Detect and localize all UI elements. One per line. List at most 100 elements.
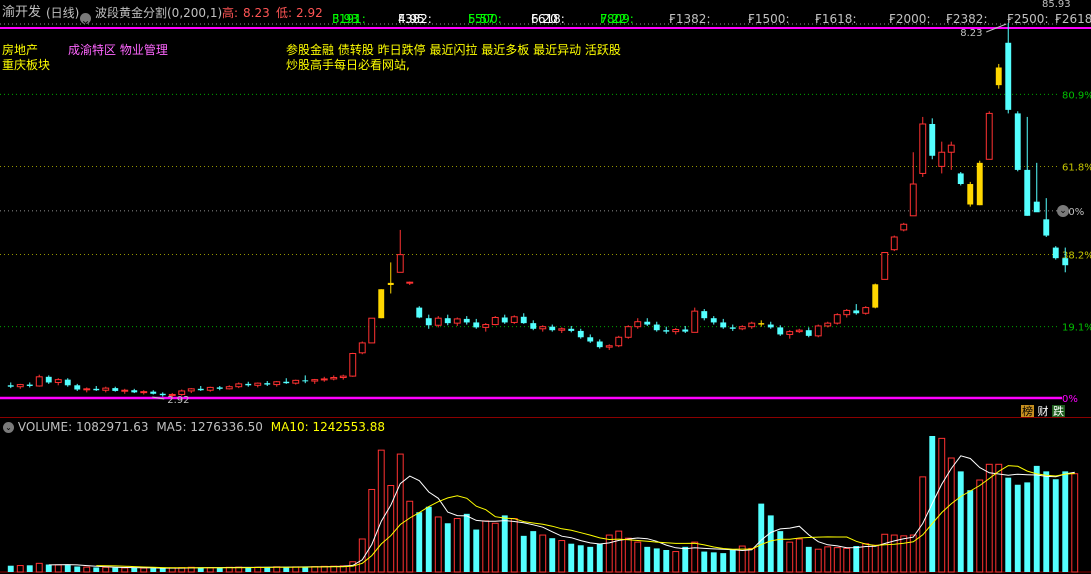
volume-bar — [406, 500, 414, 573]
volume-bar — [672, 551, 680, 573]
volume-bar — [900, 535, 908, 573]
indicator-name[interactable]: 波段黄金分割(0,200,1) — [95, 6, 222, 20]
candle-body — [833, 314, 841, 324]
volume-bar — [1071, 473, 1079, 573]
candle-body — [368, 317, 376, 344]
volume-bar — [358, 538, 366, 573]
volume-bar — [957, 471, 964, 572]
fib-collapse-icon[interactable]: ⌄ — [1057, 205, 1069, 217]
candle-body — [795, 329, 803, 333]
candle-body — [653, 324, 660, 331]
candle-body — [929, 123, 936, 156]
candle-body — [549, 326, 556, 331]
candle-body — [26, 384, 33, 386]
candle-body — [767, 324, 774, 328]
volume-bar — [1062, 471, 1069, 572]
volume-bar — [434, 516, 442, 573]
volume-bar — [1052, 479, 1059, 572]
ma5-value: 1276336.50 — [190, 420, 263, 434]
volume-bar — [748, 547, 756, 573]
period-label[interactable]: (日线) — [46, 6, 79, 20]
candle-body — [187, 388, 195, 392]
candle-body — [311, 379, 319, 382]
volume-bar — [121, 567, 129, 573]
candle-body — [900, 223, 908, 231]
candle-body — [824, 322, 832, 327]
candle-body — [112, 388, 119, 391]
ma10-value: 1242553.88 — [312, 420, 385, 434]
volume-bar — [425, 506, 432, 572]
candle-body — [644, 321, 651, 325]
volume-bar — [862, 543, 870, 573]
candle-body — [805, 330, 812, 336]
candle-body — [1043, 219, 1050, 236]
volume-bar — [501, 515, 508, 572]
candle-body — [872, 284, 879, 308]
volume-bar — [967, 490, 974, 572]
volume-bar — [596, 543, 603, 572]
volume-bar — [349, 561, 357, 573]
volume-bar — [416, 512, 423, 572]
volume-bar — [368, 488, 376, 573]
volume-bar — [1043, 471, 1050, 572]
high-marker-label: 8.23 — [960, 28, 982, 39]
volume-bar — [624, 537, 632, 573]
ma10-label: MA10: — [270, 420, 309, 434]
candle-body — [909, 183, 917, 217]
volume-bar — [682, 546, 689, 572]
volume-bar — [653, 548, 660, 572]
volume-bar — [64, 565, 71, 572]
candle-body — [453, 318, 461, 324]
candle-body — [93, 388, 100, 391]
volume-chart[interactable] — [0, 436, 1091, 574]
volume-bar — [131, 567, 138, 572]
volume-bar — [786, 541, 794, 573]
candle-body — [1062, 258, 1069, 266]
candle-body — [225, 386, 233, 390]
volume-header: ⌄ VOLUME: 1082971.63 MA5: 1276336.50 MA1… — [3, 420, 385, 434]
candle-body — [121, 389, 129, 392]
candle-body — [283, 381, 290, 384]
volume-bar — [482, 520, 490, 573]
volume-bar — [112, 567, 119, 572]
fib-level-label: 61.8% — [1062, 162, 1091, 173]
candle-body — [349, 353, 357, 377]
volume-bar — [377, 449, 385, 573]
candle-body — [273, 381, 281, 386]
volume-bar — [444, 523, 451, 572]
ma5-label: MA5: — [156, 420, 187, 434]
candle-body — [7, 385, 14, 387]
volume-bar — [1005, 477, 1012, 572]
candle-body — [54, 379, 62, 383]
volume-bar — [396, 453, 404, 573]
volume-bar — [767, 515, 774, 572]
volume-menu-icon[interactable]: ⌄ — [3, 422, 14, 433]
volume-bar — [387, 485, 395, 573]
low-label: 低: — [276, 6, 293, 20]
candle-body — [491, 316, 499, 326]
candle-body — [596, 341, 603, 348]
candle-body — [672, 328, 680, 333]
price-chart[interactable]: 80.9%61.8%50%38.2%19.1%0%8.232.92 — [0, 20, 1091, 420]
volume-bar — [814, 548, 822, 573]
volume-bar — [710, 552, 717, 572]
volume-bar — [853, 546, 860, 572]
candle-body — [302, 380, 309, 382]
volume-bar — [824, 546, 832, 573]
volume-bar — [1014, 484, 1021, 572]
candle-body — [1052, 247, 1059, 259]
volume-bar — [691, 541, 699, 573]
volume-bar — [777, 531, 784, 572]
candle-body — [35, 376, 43, 387]
volume-bar — [634, 541, 642, 573]
candle-body — [83, 388, 91, 391]
candle-body — [330, 377, 338, 380]
candle-body — [587, 337, 594, 342]
volume-bar — [93, 567, 100, 572]
stock-name[interactable]: 渝开发 — [2, 6, 41, 20]
volume-bar — [558, 540, 566, 573]
candle-body — [387, 282, 394, 286]
candle-body — [406, 281, 414, 284]
candle-body — [957, 173, 964, 185]
candle-body — [748, 322, 756, 328]
